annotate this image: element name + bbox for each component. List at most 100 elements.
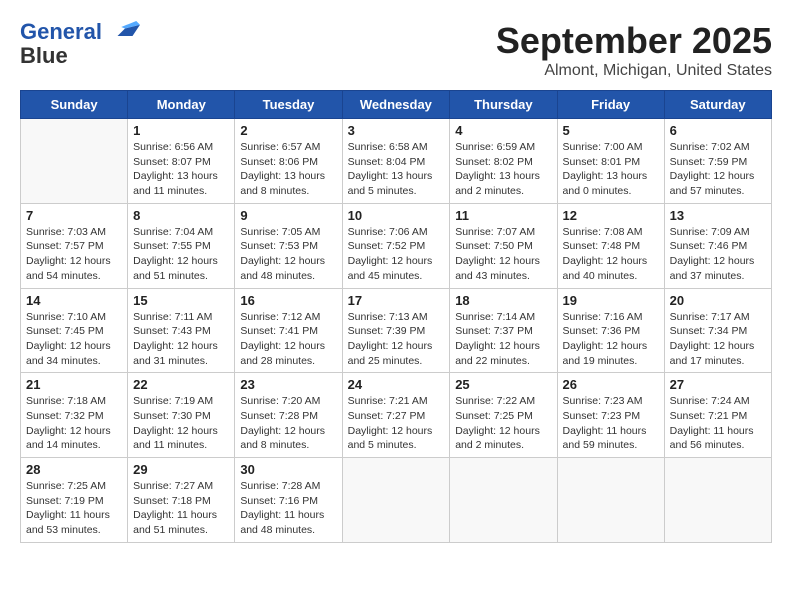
title-area: September 2025 Almont, Michigan, United … <box>496 20 772 80</box>
calendar-cell: 17 Sunrise: 7:13 AM Sunset: 7:39 PM Dayli… <box>342 288 450 373</box>
logo-icon <box>110 21 140 39</box>
month-title: September 2025 <box>496 20 772 62</box>
day-number: 19 <box>563 293 659 308</box>
day-number: 15 <box>133 293 229 308</box>
calendar-cell: 27 Sunrise: 7:24 AM Sunset: 7:21 PM Dayli… <box>664 373 771 458</box>
day-info: Sunrise: 7:17 AM Sunset: 7:34 PM Dayligh… <box>670 310 766 369</box>
day-number: 11 <box>455 208 551 223</box>
day-number: 28 <box>26 462 122 477</box>
day-number: 25 <box>455 377 551 392</box>
day-info: Sunrise: 6:56 AM Sunset: 8:07 PM Dayligh… <box>133 140 229 199</box>
day-info: Sunrise: 7:23 AM Sunset: 7:23 PM Dayligh… <box>563 394 659 453</box>
day-number: 17 <box>348 293 445 308</box>
logo: General Blue <box>20 20 140 68</box>
calendar-cell: 21 Sunrise: 7:18 AM Sunset: 7:32 PM Dayli… <box>21 373 128 458</box>
day-info: Sunrise: 7:21 AM Sunset: 7:27 PM Dayligh… <box>348 394 445 453</box>
calendar-cell: 18Sunrise: 7:14 AM Sunset: 7:37 PM Dayli… <box>450 288 557 373</box>
weekday-header-thursday: Thursday <box>450 91 557 119</box>
weekday-header-tuesday: Tuesday <box>235 91 342 119</box>
calendar-cell: 8Sunrise: 7:04 AM Sunset: 7:55 PM Daylig… <box>128 203 235 288</box>
day-info: Sunrise: 7:19 AM Sunset: 7:30 PM Dayligh… <box>133 394 229 453</box>
calendar-cell: 13 Sunrise: 7:09 AM Sunset: 7:46 PM Dayli… <box>664 203 771 288</box>
calendar: SundayMondayTuesdayWednesdayThursdayFrid… <box>20 90 772 543</box>
day-number: 12 <box>563 208 659 223</box>
calendar-cell: 1 Sunrise: 6:56 AM Sunset: 8:07 PM Daylig… <box>128 119 235 204</box>
day-info: Sunrise: 7:20 AM Sunset: 7:28 PM Dayligh… <box>240 394 336 453</box>
weekday-header-saturday: Saturday <box>664 91 771 119</box>
day-info: Sunrise: 7:05 AM Sunset: 7:53 PM Dayligh… <box>240 225 336 284</box>
week-row-1: 1 Sunrise: 6:56 AM Sunset: 8:07 PM Daylig… <box>21 119 772 204</box>
day-info: Sunrise: 7:24 AM Sunset: 7:21 PM Dayligh… <box>670 394 766 453</box>
week-row-2: 7 Sunrise: 7:03 AM Sunset: 7:57 PM Daylig… <box>21 203 772 288</box>
day-info: Sunrise: 7:02 AM Sunset: 7:59 PM Dayligh… <box>670 140 766 199</box>
week-row-3: 14 Sunrise: 7:10 AM Sunset: 7:45 PM Dayli… <box>21 288 772 373</box>
calendar-cell: 24 Sunrise: 7:21 AM Sunset: 7:27 PM Dayli… <box>342 373 450 458</box>
day-info: Sunrise: 7:08 AM Sunset: 7:48 PM Dayligh… <box>563 225 659 284</box>
day-info: Sunrise: 7:03 AM Sunset: 7:57 PM Dayligh… <box>26 225 122 284</box>
calendar-cell: 26 Sunrise: 7:23 AM Sunset: 7:23 PM Dayli… <box>557 373 664 458</box>
calendar-cell: 29 Sunrise: 7:27 AM Sunset: 7:18 PM Dayli… <box>128 458 235 543</box>
day-number: 1 <box>133 123 229 138</box>
calendar-cell: 15 Sunrise: 7:11 AM Sunset: 7:43 PM Dayli… <box>128 288 235 373</box>
weekday-header-sunday: Sunday <box>21 91 128 119</box>
calendar-cell: 11 Sunrise: 7:07 AM Sunset: 7:50 PM Dayli… <box>450 203 557 288</box>
calendar-cell: 5 Sunrise: 7:00 AM Sunset: 8:01 PM Daylig… <box>557 119 664 204</box>
day-number: 16 <box>240 293 336 308</box>
day-number: 29 <box>133 462 229 477</box>
calendar-cell: 10 Sunrise: 7:06 AM Sunset: 7:52 PM Dayli… <box>342 203 450 288</box>
day-number: 8 <box>133 208 229 223</box>
day-number: 14 <box>26 293 122 308</box>
calendar-cell: 12 Sunrise: 7:08 AM Sunset: 7:48 PM Dayli… <box>557 203 664 288</box>
calendar-cell <box>21 119 128 204</box>
day-number: 6 <box>670 123 766 138</box>
day-info: Sunrise: 6:58 AM Sunset: 8:04 PM Dayligh… <box>348 140 445 199</box>
day-info: Sunrise: 7:28 AM Sunset: 7:16 PM Dayligh… <box>240 479 336 538</box>
day-number: 27 <box>670 377 766 392</box>
day-number: 4 <box>455 123 551 138</box>
calendar-cell <box>557 458 664 543</box>
day-info: Sunrise: 7:13 AM Sunset: 7:39 PM Dayligh… <box>348 310 445 369</box>
calendar-cell: 30Sunrise: 7:28 AM Sunset: 7:16 PM Dayli… <box>235 458 342 543</box>
day-number: 10 <box>348 208 445 223</box>
day-info: Sunrise: 7:27 AM Sunset: 7:18 PM Dayligh… <box>133 479 229 538</box>
calendar-cell <box>664 458 771 543</box>
day-number: 23 <box>240 377 336 392</box>
day-number: 5 <box>563 123 659 138</box>
day-info: Sunrise: 7:07 AM Sunset: 7:50 PM Dayligh… <box>455 225 551 284</box>
calendar-cell: 7 Sunrise: 7:03 AM Sunset: 7:57 PM Daylig… <box>21 203 128 288</box>
day-number: 7 <box>26 208 122 223</box>
calendar-cell: 20 Sunrise: 7:17 AM Sunset: 7:34 PM Dayli… <box>664 288 771 373</box>
logo-text: General <box>20 20 140 44</box>
day-number: 2 <box>240 123 336 138</box>
week-row-4: 21 Sunrise: 7:18 AM Sunset: 7:32 PM Dayli… <box>21 373 772 458</box>
day-info: Sunrise: 7:16 AM Sunset: 7:36 PM Dayligh… <box>563 310 659 369</box>
day-info: Sunrise: 7:11 AM Sunset: 7:43 PM Dayligh… <box>133 310 229 369</box>
day-number: 22 <box>133 377 229 392</box>
day-info: Sunrise: 6:59 AM Sunset: 8:02 PM Dayligh… <box>455 140 551 199</box>
day-number: 26 <box>563 377 659 392</box>
day-info: Sunrise: 7:09 AM Sunset: 7:46 PM Dayligh… <box>670 225 766 284</box>
weekday-header-friday: Friday <box>557 91 664 119</box>
location: Almont, Michigan, United States <box>496 62 772 80</box>
day-number: 20 <box>670 293 766 308</box>
day-number: 13 <box>670 208 766 223</box>
day-info: Sunrise: 6:57 AM Sunset: 8:06 PM Dayligh… <box>240 140 336 199</box>
calendar-cell: 6 Sunrise: 7:02 AM Sunset: 7:59 PM Daylig… <box>664 119 771 204</box>
day-info: Sunrise: 7:10 AM Sunset: 7:45 PM Dayligh… <box>26 310 122 369</box>
calendar-cell <box>342 458 450 543</box>
day-info: Sunrise: 7:00 AM Sunset: 8:01 PM Dayligh… <box>563 140 659 199</box>
weekday-header-wednesday: Wednesday <box>342 91 450 119</box>
day-number: 21 <box>26 377 122 392</box>
calendar-cell <box>450 458 557 543</box>
weekday-header-row: SundayMondayTuesdayWednesdayThursdayFrid… <box>21 91 772 119</box>
header: General Blue September 2025 Almont, Mich… <box>20 20 772 80</box>
day-info: Sunrise: 7:06 AM Sunset: 7:52 PM Dayligh… <box>348 225 445 284</box>
day-info: Sunrise: 7:12 AM Sunset: 7:41 PM Dayligh… <box>240 310 336 369</box>
day-number: 18 <box>455 293 551 308</box>
calendar-cell: 23 Sunrise: 7:20 AM Sunset: 7:28 PM Dayli… <box>235 373 342 458</box>
calendar-cell: 28Sunrise: 7:25 AM Sunset: 7:19 PM Dayli… <box>21 458 128 543</box>
week-row-5: 28Sunrise: 7:25 AM Sunset: 7:19 PM Dayli… <box>21 458 772 543</box>
day-info: Sunrise: 7:18 AM Sunset: 7:32 PM Dayligh… <box>26 394 122 453</box>
calendar-cell: 25Sunrise: 7:22 AM Sunset: 7:25 PM Dayli… <box>450 373 557 458</box>
day-number: 24 <box>348 377 445 392</box>
